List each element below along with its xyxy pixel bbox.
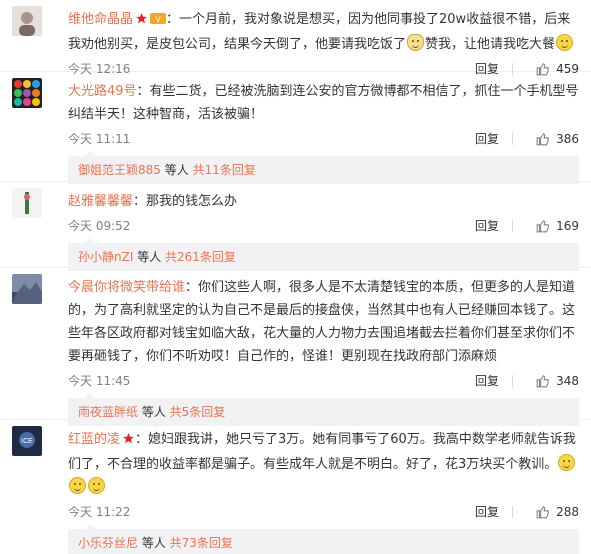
username-link[interactable]: 赵雅馨馨馨 [68,194,133,209]
like-count: 288 [556,505,579,519]
svg-text:V: V [155,15,161,24]
comment-text-part: ：媳妇跟我讲，她只亏了3万。她有同事亏了60万。我高中数学老师就告诉我们了，不合… [68,432,576,472]
sub-reply-summary: 小乐芬丝尼 等人 共73条回复 [68,529,579,554]
sub-reply-label: 等人 [138,536,170,550]
comment-text: 今晨你将微笑带给谁：你们这些人啊，很多人是不太清楚钱宝的本质，但更多的人是知道的… [68,276,579,368]
sub-reply-label: 等人 [138,405,170,419]
like-count: 348 [556,374,579,388]
sub-reply-arrow [84,524,96,530]
username-link[interactable]: 大光路49号 [68,84,137,99]
like-button[interactable]: 348 [536,368,579,394]
sub-reply-count-link[interactable]: 共5条回复 [170,405,226,419]
smile-emoji-icon [558,454,576,471]
cat-emoji-icon [407,34,425,51]
thumb-up-icon [536,219,549,233]
sub-reply-label: 等人 [160,163,193,177]
sub-reply-user-link[interactable]: 御姐范王颖885 [78,163,161,177]
like-button[interactable]: 169 [536,213,579,239]
avatar[interactable] [12,78,42,108]
sub-reply-user-link[interactable]: 孙小静nZI [78,250,133,264]
star-icon [122,430,135,453]
divider [512,133,513,145]
sub-reply-arrow [84,238,96,244]
avatar-image [12,274,42,304]
comment-text: 维他命晶晶 V ：一个月前，我对象说是想买，因为他同事投了20w收益很不错，后来我劝… [68,8,579,56]
comment-text: 红蓝的凌 ：媳妇跟我讲，她只亏了3万。她有同事亏了60万。我高中数学老师就告诉我们… [68,428,579,499]
like-button[interactable]: 288 [536,499,579,525]
sub-reply-box[interactable]: 御姐范王颖885 等人 共11条回复 [68,151,579,184]
comment-text: 大光路49号：有些二货，已经被洗脑到连公安的官方微博都不相信了，抓住一个手机型号… [68,80,579,126]
comment-item: ICE 红蓝的凌 ：媳妇跟我讲，她只亏了3万。她有同事亏了60万。我高中数学老师就… [0,420,591,554]
star-icon [135,10,148,33]
divider [512,375,513,387]
avatar[interactable]: ICE [12,426,42,456]
divider [512,220,513,232]
comment-meta: 今天 11:11 回复 386 [68,126,579,152]
smile-emoji-icon [88,477,105,494]
sub-reply-arrow [84,151,96,157]
avatar-image [12,6,42,36]
thumb-up-icon [536,132,549,146]
timestamp: 今天 11:11 [68,132,131,146]
avatar[interactable] [12,188,42,218]
reply-button[interactable]: 回复 [475,213,499,239]
avatar-image: ICE [12,426,42,456]
sub-reply-summary: 孙小静nZI 等人 共261条回复 [68,243,579,271]
username-link[interactable]: 维他命晶晶 [68,12,133,27]
svg-text:ICE: ICE [21,438,33,445]
thumb-up-icon [536,374,549,388]
reply-button[interactable]: 回复 [475,368,499,394]
comment-item: 大光路49号：有些二货，已经被洗脑到连公安的官方微博都不相信了，抓住一个手机型号… [0,72,591,184]
smile-emoji-icon [556,34,574,51]
sub-reply-user-link[interactable]: 雨夜蓝胖纸 [78,405,138,419]
vip-icon: V [150,10,167,33]
sub-reply-label: 等人 [133,250,166,264]
sub-reply-count-link[interactable]: 共11条回复 [193,163,256,177]
sub-reply-count-link[interactable]: 共73条回复 [170,536,233,550]
sub-reply-user-link[interactable]: 小乐芬丝尼 [78,536,138,550]
username-link[interactable]: 红蓝的凌 [68,432,120,447]
timestamp: 今天 09:52 [68,219,131,233]
comment-text-part: ：有些二货，已经被洗脑到连公安的官方微博都不相信了，抓住一个手机型号纠结半天！这… [68,84,579,122]
username-link[interactable]: 今晨你将微笑带给谁 [68,280,185,295]
sub-reply-box[interactable]: 孙小静nZI 等人 共261条回复 [68,238,579,271]
like-button[interactable]: 386 [536,126,579,152]
comment-meta: 今天 09:52 回复 169 [68,213,579,239]
comment-text: 赵雅馨馨馨：那我的钱怎么办 [68,190,579,213]
divider [512,506,513,518]
reply-button[interactable]: 回复 [475,499,499,525]
avatar[interactable] [12,6,42,36]
reply-button[interactable]: 回复 [475,126,499,152]
sub-reply-count-link[interactable]: 共261条回复 [165,250,236,264]
timestamp: 今天 11:45 [68,374,131,388]
like-count: 169 [556,219,579,233]
timestamp: 今天 11:22 [68,505,131,519]
comment-meta: 今天 11:45 回复 348 [68,368,579,394]
comment-item: 赵雅馨馨馨：那我的钱怎么办 今天 09:52 回复 169 孙小静nZI 等人 … [0,182,591,271]
avatar-image [12,78,42,108]
sub-reply-box[interactable]: 小乐芬丝尼 等人 共73条回复 [68,524,579,554]
smile-emoji-icon [69,477,86,494]
avatar-image [12,188,42,218]
like-count: 386 [556,132,579,146]
comment-text-part: 赞我，让他请我吃大餐 [425,37,556,52]
comment-meta: 今天 11:22 回复 288 [68,499,579,525]
sub-reply-arrow [84,393,96,399]
comment-text-part: ：那我的钱怎么办 [133,194,238,209]
thumb-up-icon [536,505,549,519]
sub-reply-summary: 御姐范王颖885 等人 共11条回复 [68,156,579,184]
comment-item: 今晨你将微笑带给谁：你们这些人啊，很多人是不太清楚钱宝的本质，但更多的人是知道的… [0,268,591,426]
comment-item: 维他命晶晶 V ：一个月前，我对象说是想买，因为他同事投了20w收益很不错，后来我劝… [0,0,591,76]
avatar[interactable] [12,274,42,304]
